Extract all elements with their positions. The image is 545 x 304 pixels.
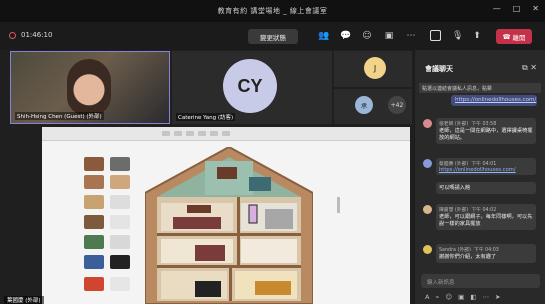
toolbar-buttons (162, 131, 230, 136)
chat-compose-input[interactable]: 鍵入新訊息 (421, 274, 540, 288)
participant-tile-j[interactable]: J (334, 51, 412, 87)
leave-button[interactable]: ☎ 離開 (496, 29, 532, 44)
message-sender: 張老師 (外部) (439, 122, 469, 127)
recording-icon (9, 32, 16, 39)
furniture-thumbnail (110, 235, 130, 249)
furniture-thumbnail (84, 277, 104, 291)
compose-toolbar: A ⌁ ☺ ▣ ◧ ⋯ ➤ (425, 293, 500, 301)
participant-tile-cy[interactable]: CY Caterine Yang (訪客) (172, 51, 332, 124)
furniture-thumbnail (84, 157, 104, 171)
camera-icon[interactable] (430, 30, 441, 41)
reactions-icon[interactable]: ☺ (362, 31, 372, 41)
avatar (423, 205, 432, 214)
format-icon[interactable]: A (425, 293, 429, 301)
leave-label: 離開 (512, 33, 526, 42)
share-tray-icon[interactable]: ⬆ (472, 31, 482, 41)
furniture-thumbnail (84, 175, 104, 189)
meeting-timer: 01:46:10 (21, 31, 53, 39)
meeting-toolbar: 01:46:10 變更狀態 👥 💬 ☺ ▣ ⋯ 🎙 ⬆ ☎ 離開 (0, 22, 545, 50)
popout-icon[interactable]: ⧉ (522, 63, 528, 72)
message-text: 老師，這是一間在網路中，選擇課桌椅擺放的網站。 (439, 128, 533, 141)
people-icon[interactable]: 👥 (318, 31, 329, 41)
avatar: CY (223, 59, 277, 113)
message-sender: Sandra (外部) (439, 248, 471, 253)
participant-name-label: Shih-Hsing Chen (Guest) (外部) (15, 112, 104, 120)
more-participants-badge[interactable]: +42 (388, 96, 406, 114)
avatar (423, 245, 432, 254)
avatar (423, 119, 432, 128)
message-time: 下午 04:02 (471, 208, 497, 213)
message-bubble: 陳嘉慧 (外部) 下午 04:02 老師，可以跟網子，每年同樣啊，可以先說一樣的… (436, 204, 536, 230)
message-time: 下午 03:58 (471, 122, 497, 127)
change-status-button[interactable]: 變更狀態 (248, 29, 298, 44)
furniture-thumbnail (110, 277, 130, 291)
send-icon[interactable]: ➤ (495, 293, 500, 301)
attach-icon[interactable]: ⌁ (435, 293, 439, 301)
furniture-thumbnail (110, 255, 130, 269)
furniture-thumbnail (84, 235, 104, 249)
window-title: 教育有約 講堂場地 _ 線上會議室 (217, 7, 328, 15)
title-bar: 教育有約 講堂場地 _ 線上會議室 — □ ✕ (0, 0, 545, 22)
message-bubble: 蔡國勝 (外部) 下午 04:01 https://onlinedollhous… (436, 158, 536, 175)
furniture-thumbnail (110, 175, 130, 189)
minimize-icon[interactable]: — (493, 4, 501, 13)
participant-overflow-tile[interactable]: 承 +42 (334, 89, 412, 124)
meeting-chat-panel: 會議聊天 ⧉ ✕ 點選以連結會議私人訊息，點擊 https://onlinedo… (414, 50, 545, 304)
message-link[interactable]: https://onlinedollhouses.com/ (439, 167, 533, 173)
avatar: J (364, 57, 386, 79)
mic-off-icon[interactable]: 🎙 (452, 31, 463, 41)
furniture-thumbnail (110, 157, 130, 171)
chat-title: 會議聊天 (425, 65, 453, 73)
message-sender: 陳嘉慧 (外部) (439, 208, 469, 213)
emoji-icon[interactable]: ☺ (445, 293, 452, 301)
message-bubble: Sandra (外部) 下午 04:03 謝謝你們介紹，太有趣了 (436, 244, 536, 263)
more-icon[interactable]: ⋯ (482, 293, 489, 301)
message-bubble: 張老師 (外部) 下午 03:58 老師，這是一間在網路中，選擇課桌椅擺放的網站… (436, 118, 536, 144)
chat-icon[interactable]: 💬 (340, 31, 351, 41)
chat-link-bubble[interactable]: https://onlinedollhouses.com/ (451, 95, 537, 106)
rooms-icon[interactable]: ▣ (384, 31, 394, 41)
avatar: 承 (355, 96, 373, 114)
message-time: 下午 04:03 (473, 248, 499, 253)
sticker-icon[interactable]: ◧ (470, 293, 476, 301)
more-options-icon[interactable]: ⋯ (406, 31, 416, 41)
pinned-notice: 點選以連結會議私人訊息，點擊 (419, 83, 541, 93)
furniture-thumbnail (84, 255, 104, 269)
furniture-catalog (84, 157, 136, 303)
close-icon[interactable]: ✕ (532, 4, 539, 13)
participant-name-label: Caterine Yang (訪客) (176, 113, 236, 121)
window-controls: — □ ✕ (493, 4, 539, 13)
avatar (423, 159, 432, 168)
participant-face (67, 59, 111, 115)
participant-video-tile[interactable]: Shih-Hsing Chen (Guest) (外部) (10, 51, 170, 124)
message-text: 謝謝你們介紹，太有趣了 (439, 254, 497, 260)
furniture-thumbnail (84, 215, 104, 229)
furniture-thumbnail (84, 195, 104, 209)
message-text: 老師，可以跟網子，每年同樣啊，可以先說一樣的家具擺放 (439, 214, 533, 227)
dollhouse-illustration (145, 147, 313, 304)
close-panel-icon[interactable]: ✕ (530, 63, 537, 72)
scroll-indicator[interactable] (337, 197, 340, 213)
teams-meeting-window: 教育有約 講堂場地 _ 線上會議室 — □ ✕ 01:46:10 變更狀態 👥 … (0, 0, 545, 304)
shared-browser-toolbar (42, 127, 410, 141)
maximize-icon[interactable]: □ (513, 4, 521, 13)
shared-screen (42, 127, 410, 304)
chat-panel-icons: ⧉ ✕ (522, 63, 537, 73)
phone-icon: ☎ (502, 32, 511, 41)
message-text: 可以嗎請入館 (439, 185, 471, 191)
furniture-thumbnail (110, 215, 130, 229)
presenter-name-label: 葉國慶 (外部) (4, 296, 44, 304)
furniture-thumbnail (110, 195, 130, 209)
message-bubble: 可以嗎請入館 (436, 182, 536, 194)
gif-icon[interactable]: ▣ (458, 293, 464, 301)
